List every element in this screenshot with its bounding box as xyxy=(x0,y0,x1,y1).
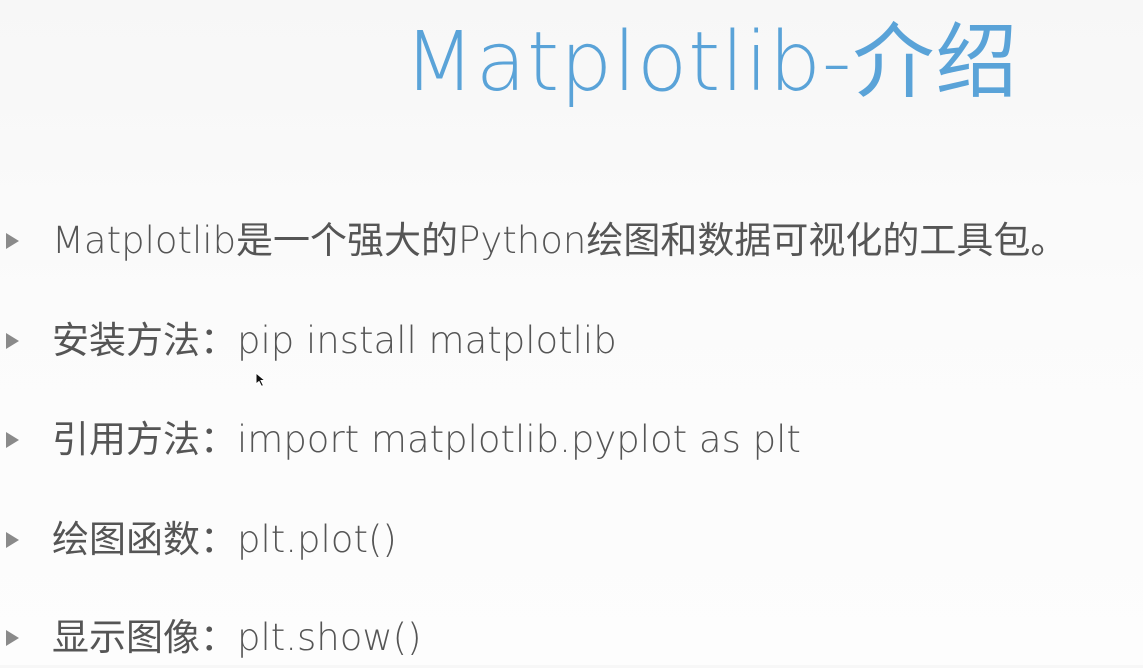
bullet-item: 绘图函数：plt.plot() xyxy=(0,510,1143,570)
bullet-text: Matplotlib是一个强大的Python绘图和数据可视化的工具包。 xyxy=(52,219,1068,262)
mouse-cursor-icon xyxy=(255,372,267,388)
bullet-text: 绘图函数：plt.plot() xyxy=(52,518,397,561)
triangle-bullet-icon xyxy=(6,233,19,249)
triangle-bullet-icon xyxy=(6,630,19,646)
bullet-item: 引用方法：import matplotlib.pyplot as plt xyxy=(0,410,1143,470)
bullet-list: Matplotlib是一个强大的Python绘图和数据可视化的工具包。 安装方法… xyxy=(0,0,1143,665)
bullet-text: 显示图像：plt.show() xyxy=(52,616,422,659)
bullet-item: Matplotlib是一个强大的Python绘图和数据可视化的工具包。 xyxy=(0,211,1143,271)
bullet-text: 安装方法：pip install matplotlib xyxy=(52,319,617,362)
slide: Matplotlib-介绍 Matplotlib是一个强大的Python绘图和数… xyxy=(0,0,1143,665)
triangle-bullet-icon xyxy=(6,333,19,349)
bullet-item: 显示图像：plt.show() xyxy=(0,608,1143,668)
triangle-bullet-icon xyxy=(6,532,19,548)
bullet-text: 引用方法：import matplotlib.pyplot as plt xyxy=(52,418,801,461)
triangle-bullet-icon xyxy=(6,432,19,448)
bullet-item: 安装方法：pip install matplotlib xyxy=(0,311,1143,371)
